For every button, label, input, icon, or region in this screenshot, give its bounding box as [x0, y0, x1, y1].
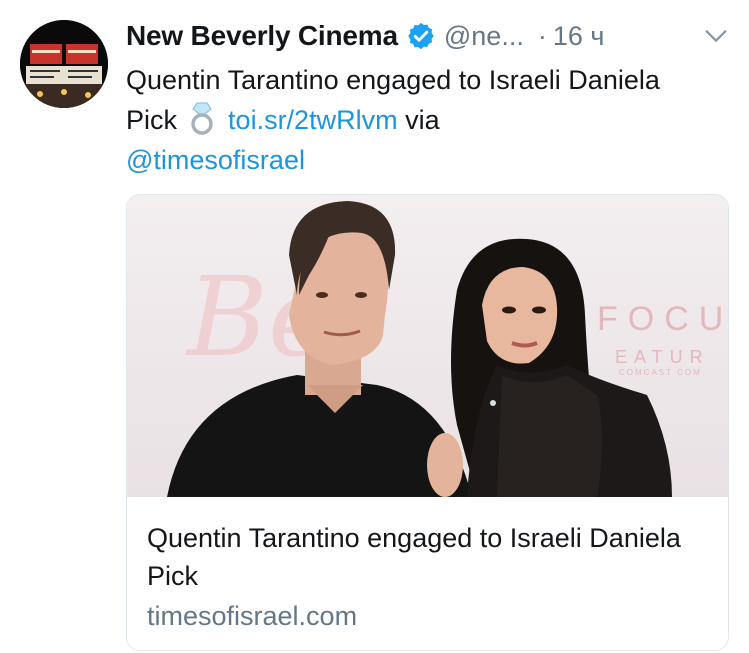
card-domain: timesofisrael.com	[147, 601, 358, 631]
card-title: Quentin Tarantino engaged to Israeli Dan…	[147, 523, 681, 591]
separator-dot: ·	[537, 20, 547, 51]
via-text: via	[405, 105, 440, 135]
avatar[interactable]	[20, 20, 108, 108]
tweet-timestamp[interactable]: 16 ч	[553, 21, 605, 52]
cinema-marquee-avatar	[20, 20, 108, 108]
chevron-down-icon[interactable]	[701, 21, 731, 51]
ring-emoji-icon	[189, 101, 215, 135]
author-handle[interactable]: @ne...	[444, 21, 524, 52]
backdrop-text-3: COMCAST COM	[619, 368, 702, 377]
author-name[interactable]: New Beverly Cinema	[126, 20, 398, 52]
link-preview-card[interactable]: Be FOCU EATUR COMCAST COM Quentin Tarant…	[126, 194, 729, 651]
backdrop-text: FOCU	[597, 300, 729, 338]
tweet-text: Quentin Tarantino engaged to Israeli Dan…	[126, 60, 686, 180]
mention-link[interactable]: @timesofisrael	[126, 145, 305, 175]
verified-badge-icon	[406, 21, 436, 51]
card-photo-image: Be FOCU EATUR COMCAST COM	[127, 195, 729, 497]
tweet-header: New Beverly Cinema @ne... · 16 ч	[126, 14, 731, 58]
backdrop-text-2: EATUR	[615, 347, 710, 367]
card-body: Quentin Tarantino engaged to Israeli Dan…	[147, 519, 708, 635]
tweet-url-link[interactable]: toi.sr/2twRlvm	[228, 105, 398, 135]
